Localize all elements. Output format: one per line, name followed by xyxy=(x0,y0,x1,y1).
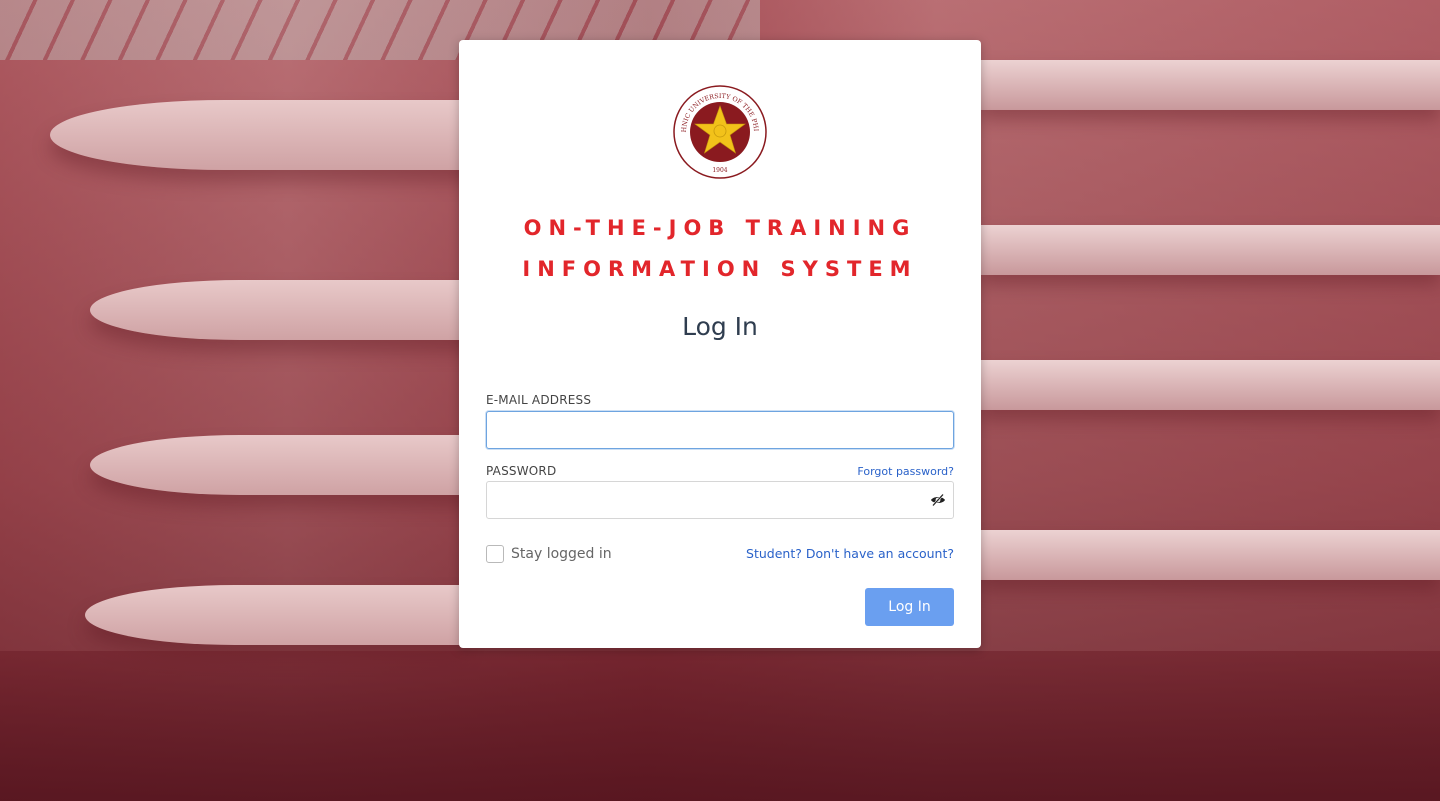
system-title: ON-THE-JOB TRAINING INFORMATION SYSTEM xyxy=(459,208,981,290)
stay-logged-in-checkbox[interactable] xyxy=(486,545,504,563)
balcony xyxy=(85,585,465,645)
ground xyxy=(0,651,1440,801)
student-signup-link[interactable]: Student? Don't have an account? xyxy=(746,546,954,561)
password-label: PASSWORD xyxy=(486,464,557,478)
stay-logged-in-label[interactable]: Stay logged in xyxy=(511,546,612,562)
building-floor xyxy=(980,360,1440,410)
building-floor xyxy=(980,530,1440,580)
email-label: E-MAIL ADDRESS xyxy=(486,393,592,407)
building-floor xyxy=(980,60,1440,110)
login-heading: Log In xyxy=(682,312,758,341)
eye-slash-icon[interactable] xyxy=(930,493,946,507)
system-title-line-2: INFORMATION SYSTEM xyxy=(522,257,918,281)
password-field[interactable] xyxy=(486,481,954,519)
login-card: POLYTECHNIC UNIVERSITY OF THE PHILIPPINE… xyxy=(459,40,981,648)
university-seal-logo: POLYTECHNIC UNIVERSITY OF THE PHILIPPINE… xyxy=(672,84,767,179)
balcony xyxy=(90,435,470,495)
system-title-line-1: ON-THE-JOB TRAINING xyxy=(523,216,917,240)
login-button[interactable]: Log In xyxy=(865,588,954,626)
seal-year: 1904 xyxy=(712,167,727,174)
building-floor xyxy=(980,225,1440,275)
stay-logged-in-row: Stay logged in xyxy=(486,545,612,563)
forgot-password-link[interactable]: Forgot password? xyxy=(857,465,954,478)
balcony xyxy=(90,280,470,340)
email-field[interactable] xyxy=(486,411,954,449)
balcony xyxy=(50,100,470,170)
